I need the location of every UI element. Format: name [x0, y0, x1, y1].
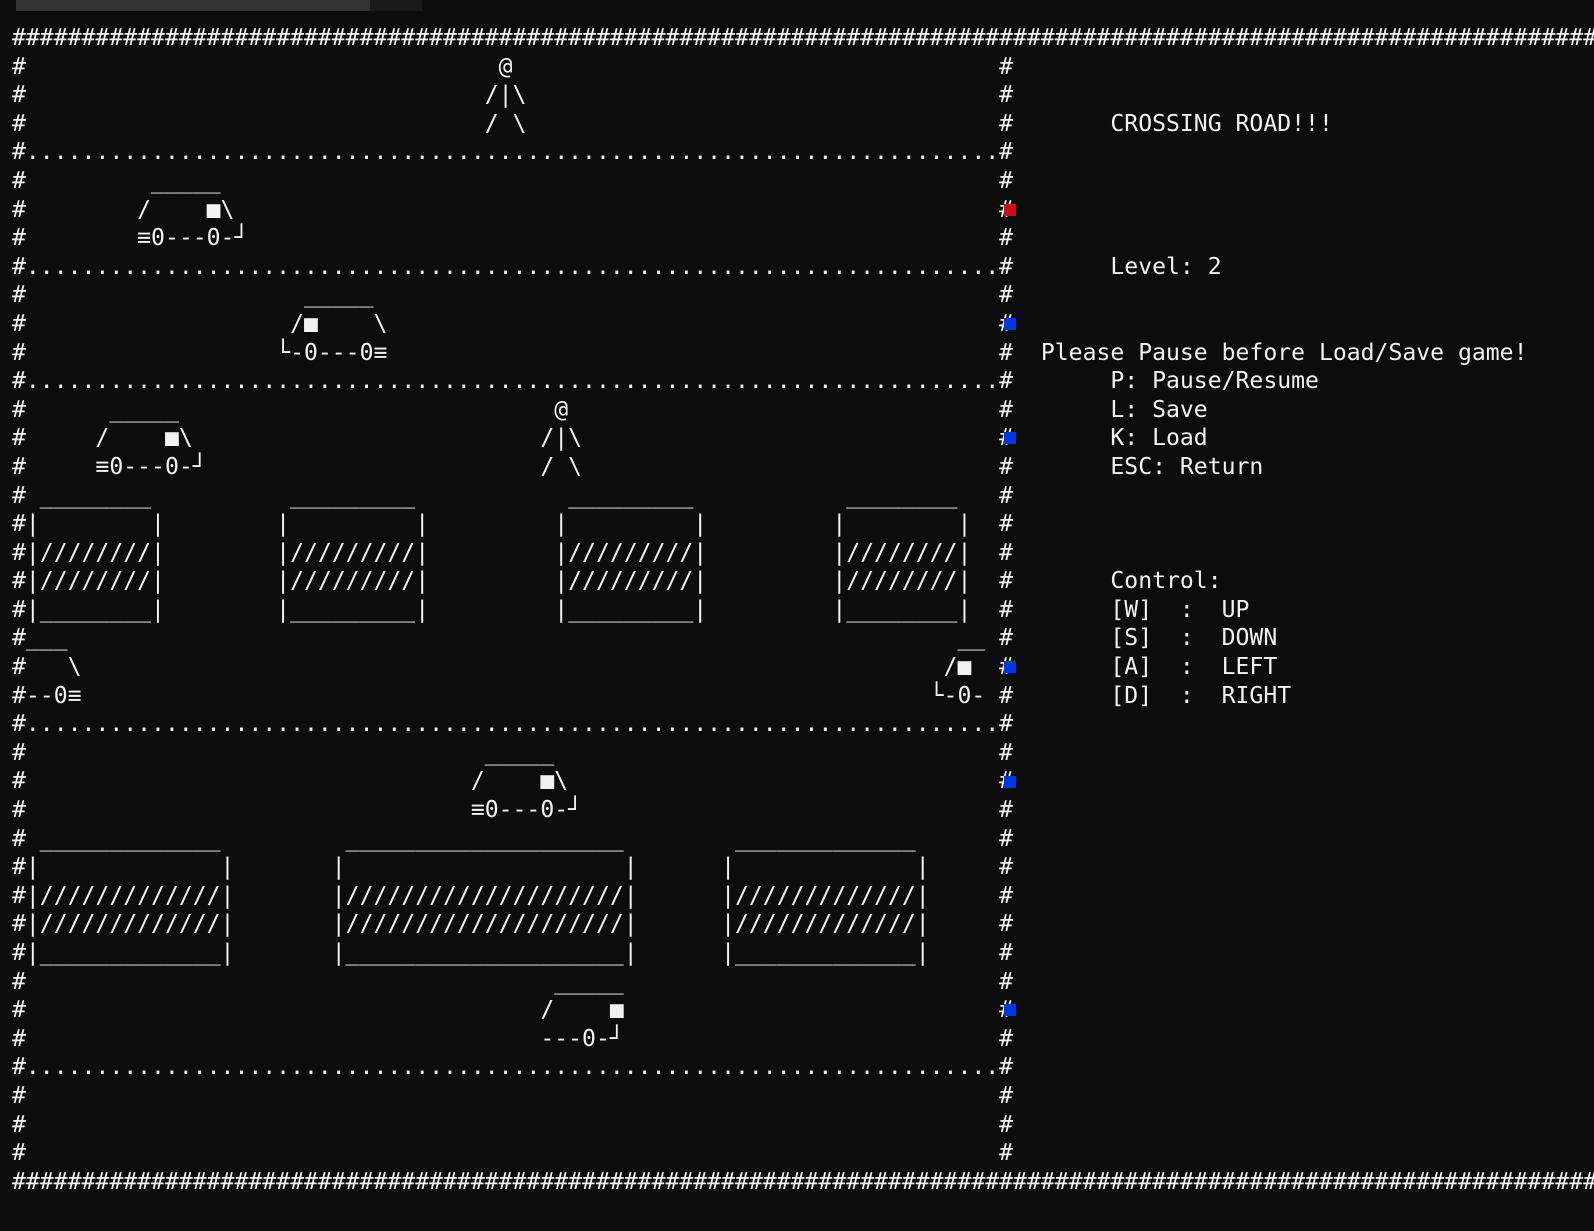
lane-marker-blue [1004, 661, 1016, 674]
screen-row: # ≡0---0-┘ # # [12, 225, 1594, 252]
titlebar [370, 0, 422, 11]
screen-row: # ---0-┘ # # [12, 1025, 1594, 1052]
screen-row: # _____________ ____________________ ___… [12, 825, 1594, 852]
screen-row: # _____ # # [12, 739, 1594, 766]
screen-row: # ≡0---0-┘ # # [12, 797, 1594, 824]
screen-row: # / ■\ # # [12, 196, 1594, 223]
screen-row: # _____ # # [12, 968, 1594, 995]
screen-row: # / \ # CROSSING ROAD!!! # [12, 110, 1594, 137]
screen-row: #.......................................… [12, 368, 1594, 395]
game-terminal[interactable]: ########################################… [12, 24, 1594, 1224]
screen-row: # ≡0---0-┘ / \ # ESC: Return # [12, 453, 1594, 480]
screen-row: # /■ \ # # [12, 310, 1594, 337]
screen-row: #|////////| |/////////| |/////////| |///… [12, 568, 1594, 595]
screen-row: #.......................................… [12, 1054, 1594, 1081]
screen-row: # └-0---0≡ # Please Pause before Load/Sa… [12, 339, 1594, 366]
screen-row: # _____ @ # L: Save # [12, 396, 1594, 423]
lane-marker-red [1004, 203, 1016, 216]
screen-row: #|_____________| |____________________| … [12, 940, 1594, 966]
screen-row: # # # [12, 1111, 1594, 1138]
screen-row: # # # [12, 1140, 1594, 1167]
screen-row: # @ # # [12, 53, 1594, 80]
screen-row: # \ /■ # [A] : LEFT # [12, 654, 1594, 681]
screen-row: # / ■\ # # [12, 768, 1594, 795]
screen-row: # # # [12, 1082, 1594, 1109]
screen-row: #.......................................… [12, 711, 1594, 738]
screen-row: #___ __ # [S] : DOWN # [12, 625, 1594, 652]
game-screen: ########################################… [12, 24, 1594, 1196]
screen-row: ########################################… [12, 1168, 1594, 1195]
screen-row: # / ■ # # [12, 997, 1594, 1024]
screen-row: #|/////////////| |////////////////////| … [12, 882, 1594, 909]
screen-row: #|////////| |/////////| |/////////| |///… [12, 539, 1594, 566]
terminal-tab[interactable] [16, 0, 370, 11]
lane-marker-blue [1004, 432, 1016, 445]
lane-marker-blue [1004, 1004, 1016, 1017]
screen-row: #.......................................… [12, 253, 1594, 280]
screen-row: #--0≡ └-0- # [D] : RIGHT # [12, 682, 1594, 709]
screen-row: #.......................................… [12, 139, 1594, 166]
screen-row: # _____ # # [12, 282, 1594, 309]
screen-row: #|________| |_________| |_________| |___… [12, 596, 1594, 623]
screen-row: # /|\ # # [12, 82, 1594, 109]
screen-row: #|/////////////| |////////////////////| … [12, 911, 1594, 938]
screen-row: #| | | | | | # # [12, 854, 1594, 881]
lane-marker-blue [1004, 318, 1016, 330]
screen-row: ########################################… [12, 25, 1594, 51]
screen-row: # ________ _________ _________ ________ … [12, 482, 1594, 509]
screen-row: # / ■\ /|\ # K: Load # [12, 425, 1594, 452]
lane-marker-blue [1004, 775, 1016, 788]
screen-row: #| | | | | | | | # # [12, 511, 1594, 538]
screen-row: # _____ # # [12, 167, 1594, 194]
